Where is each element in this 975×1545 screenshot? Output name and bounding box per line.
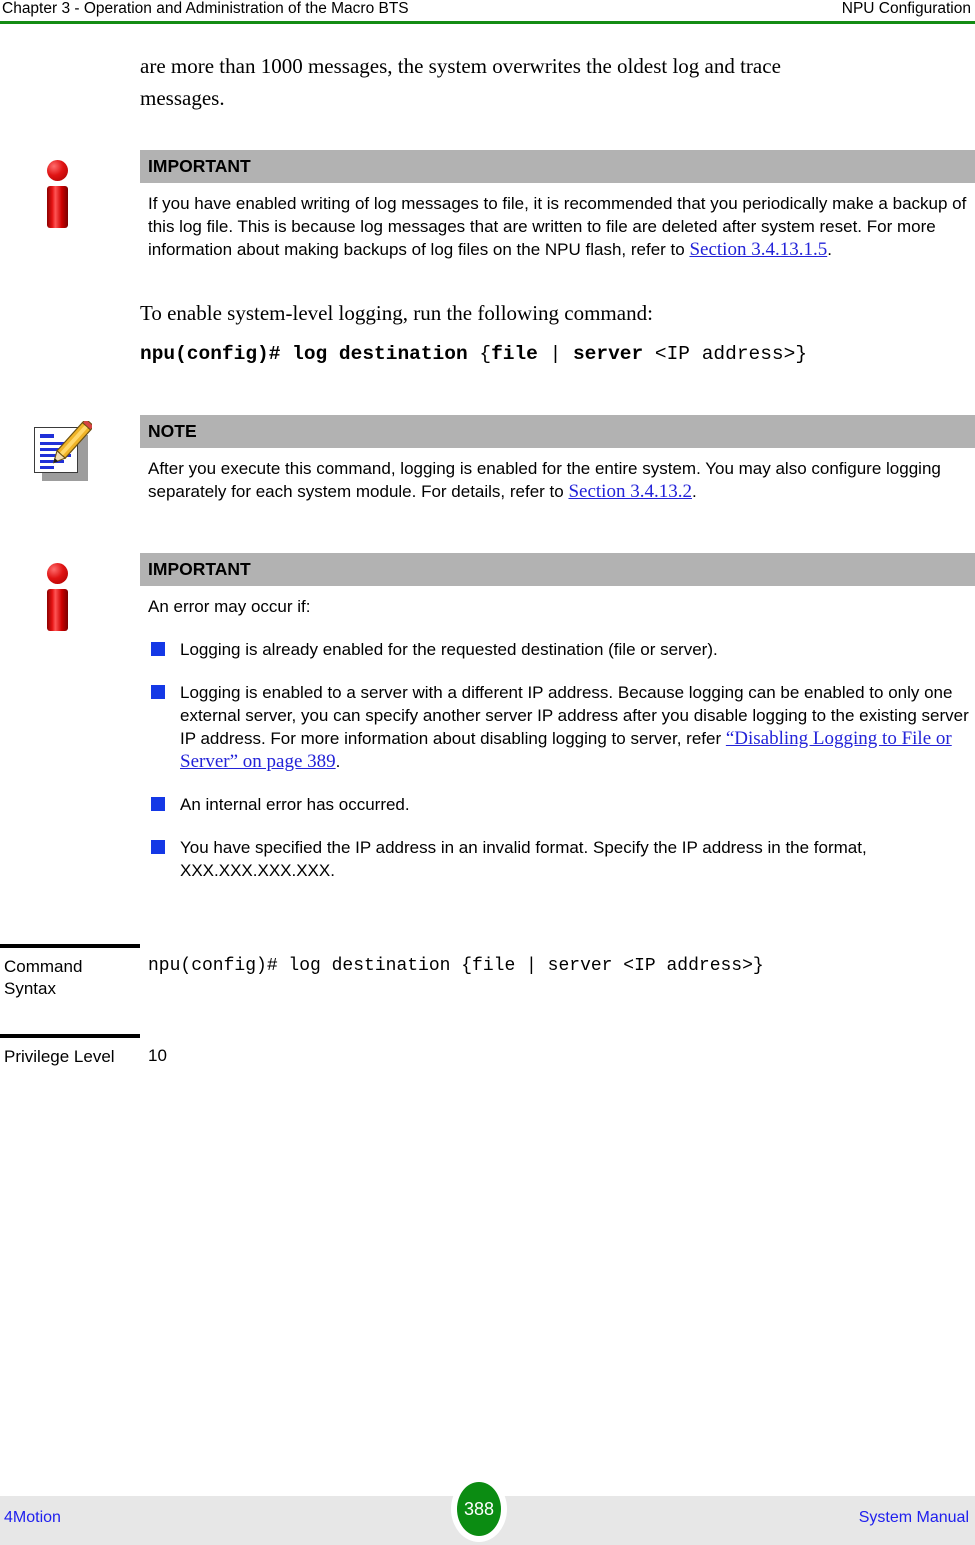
cli-seg-3: | <box>537 343 573 365</box>
list-item-tail: . <box>335 752 341 771</box>
note-callout-title: NOTE <box>140 415 975 448</box>
list-item: Logging is already enabled for the reque… <box>148 638 971 661</box>
cli-command-snippet: npu(config)# log destination {file | ser… <box>0 343 975 365</box>
cli-seg-0: npu(config)# log destination <box>140 343 480 365</box>
list-item-text: You have specified the IP address in an … <box>180 838 867 880</box>
bullet-square-icon <box>151 685 165 699</box>
important-callout-2-title: IMPORTANT <box>140 553 975 586</box>
info-icon <box>30 156 92 228</box>
important-callout-2: IMPORTANT An error may occur if: Logging… <box>0 553 975 882</box>
list-item: Logging is enabled to a server with a di… <box>148 681 971 773</box>
list-item: You have specified the IP address in an … <box>148 836 971 882</box>
list-item-text: An internal error has occurred. <box>180 795 410 814</box>
cli-seg-1: { <box>479 343 492 365</box>
important-callout-1-title: IMPORTANT <box>140 150 975 183</box>
note-callout: NOTE After you execute this command, log… <box>0 415 975 503</box>
error-conditions-list: Logging is already enabled for the reque… <box>140 638 975 882</box>
bullet-square-icon <box>151 642 165 656</box>
important-callout-2-intro: An error may occur if: <box>148 597 311 616</box>
note-callout-tail: . <box>691 482 697 501</box>
header-section-title: NPU Configuration <box>841 0 971 17</box>
note-callout-text: After you execute this command, logging … <box>140 448 975 503</box>
page-footer: 4Motion 388 System Manual <box>0 1476 975 1545</box>
list-item-text: Logging is already enabled for the reque… <box>180 640 718 659</box>
section-link-3-4-13-2[interactable]: Section 3.4.13.2 <box>568 481 692 502</box>
info-icon <box>30 559 92 631</box>
footer-document-name: System Manual <box>858 1509 969 1526</box>
page-number-badge: 388 <box>451 1476 507 1542</box>
important-callout-1-text: If you have enabled writing of log messa… <box>140 183 975 261</box>
important-callout-1-body: If you have enabled writing of log messa… <box>148 194 967 259</box>
bullet-square-icon <box>151 797 165 811</box>
table-row: Privilege Level 10 <box>0 1034 975 1124</box>
important-callout-1: IMPORTANT If you have enabled writing of… <box>0 150 975 261</box>
important-callout-1-tail: . <box>827 240 832 259</box>
table-row: Command Syntax npu(config)# log destinat… <box>0 944 975 1036</box>
cli-seg-2: file <box>491 343 538 365</box>
table-row-value: 10 <box>148 1046 167 1065</box>
bullet-square-icon <box>151 840 165 854</box>
cli-seg-4: server <box>572 343 644 365</box>
table-row-label: Command Syntax <box>0 944 140 1036</box>
section-link-3-4-13-1-5[interactable]: Section 3.4.13.1.5 <box>689 239 827 260</box>
note-pencil-icon <box>30 421 92 483</box>
footer-product-name: 4Motion <box>4 1509 61 1526</box>
header-chapter-title: Chapter 3 - Operation and Administration… <box>2 0 409 17</box>
intro-paragraph: are more than 1000 messages, the system … <box>140 54 781 110</box>
enable-logging-paragraph: To enable system-level logging, run the … <box>140 301 653 325</box>
cli-seg-5: <IP address>} <box>643 343 808 365</box>
note-callout-body: After you execute this command, logging … <box>148 459 941 501</box>
list-item: An internal error has occurred. <box>148 793 971 816</box>
page-content: are more than 1000 messages, the system … <box>0 24 975 1124</box>
table-row-value: npu(config)# log destination {file | ser… <box>148 956 764 976</box>
table-row-label: Privilege Level <box>0 1034 140 1124</box>
command-reference-table: Command Syntax npu(config)# log destinat… <box>0 944 975 1124</box>
